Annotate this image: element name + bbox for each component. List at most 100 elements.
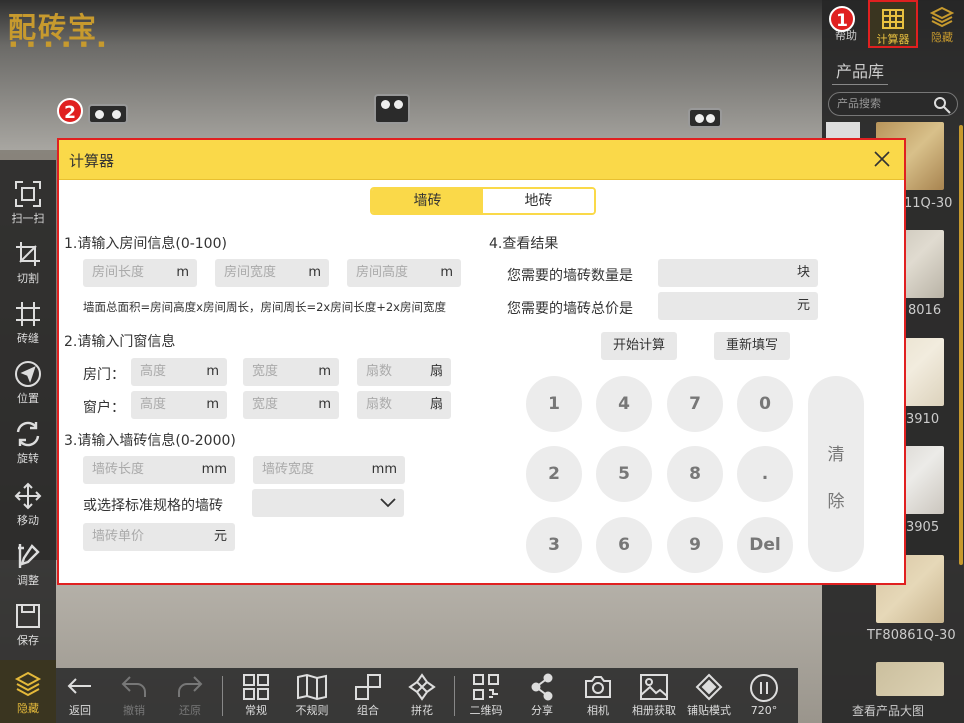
adjust-label: 调整 bbox=[17, 574, 39, 587]
window-count-input[interactable]: 扇数 扇 bbox=[357, 391, 451, 419]
tile-price-placeholder: 墙砖单价 bbox=[92, 529, 145, 544]
back-arrow-icon bbox=[67, 678, 91, 694]
regular-button[interactable]: 常规 bbox=[236, 668, 276, 723]
area-formula-note: 墙面总面积=房间高度x房间周长，房间周长=2x房间长度+2x房间宽度 bbox=[83, 300, 446, 314]
door-height-input[interactable]: 高度 m bbox=[131, 358, 227, 386]
product-code: 3905 bbox=[906, 520, 940, 535]
result-price-field: 元 bbox=[658, 292, 818, 320]
redo-icon bbox=[178, 676, 203, 697]
product-code: 3910 bbox=[906, 412, 940, 427]
room-width-input[interactable]: 房间宽度 m bbox=[215, 259, 329, 287]
joint-button[interactable]: 砖缝 bbox=[0, 290, 56, 348]
key-9[interactable]: 9 bbox=[667, 517, 723, 573]
position-button[interactable]: 位置 bbox=[0, 350, 56, 408]
scan-button[interactable]: 扫一扫 bbox=[0, 170, 56, 228]
room-width-placeholder: 房间宽度 bbox=[224, 265, 277, 280]
tab-wall-tile[interactable]: 墙砖 bbox=[372, 189, 483, 213]
save-label: 保存 bbox=[17, 634, 39, 647]
undo-icon bbox=[121, 676, 146, 697]
adjust-button[interactable]: 调整 bbox=[0, 532, 56, 590]
key-delete[interactable]: Del bbox=[737, 517, 793, 573]
clear-button[interactable]: 清 除 bbox=[808, 376, 864, 572]
search-icon[interactable] bbox=[933, 96, 951, 114]
close-icon[interactable] bbox=[872, 149, 892, 169]
tile-price-unit: 元 bbox=[213, 529, 227, 544]
room-length-placeholder: 房间长度 bbox=[92, 265, 145, 280]
window-height-unit: m bbox=[206, 397, 219, 412]
window-width-input[interactable]: 宽度 m bbox=[243, 391, 339, 419]
tile-length-input[interactable]: 墙砖长度 mm bbox=[83, 456, 235, 484]
key-5[interactable]: 5 bbox=[596, 446, 652, 502]
save-button[interactable]: 保存 bbox=[0, 592, 56, 650]
irregular-label: 不规则 bbox=[295, 704, 329, 717]
product-tile[interactable] bbox=[876, 662, 944, 696]
rotate-button[interactable]: 旋转 bbox=[0, 410, 56, 468]
key-7[interactable]: 7 bbox=[667, 376, 723, 432]
qrcode-button[interactable]: 二维码 bbox=[464, 668, 508, 723]
back-button[interactable]: 返回 bbox=[60, 668, 100, 723]
key-1[interactable]: 1 bbox=[526, 376, 582, 432]
back-label: 返回 bbox=[69, 704, 91, 717]
key-8[interactable]: 8 bbox=[667, 446, 723, 502]
key-dot[interactable]: . bbox=[737, 446, 793, 502]
start-calculate-button[interactable]: 开始计算 bbox=[601, 332, 677, 360]
move-label: 移动 bbox=[17, 514, 39, 527]
tab-floor-tile[interactable]: 地砖 bbox=[483, 189, 594, 213]
cut-button[interactable]: 切割 bbox=[0, 230, 56, 288]
product-list-scrollbar[interactable] bbox=[959, 125, 963, 565]
dialog-header: 计算器 bbox=[59, 140, 904, 180]
ceiling bbox=[0, 0, 964, 150]
scan-icon bbox=[15, 181, 41, 207]
ceiling-lamp bbox=[688, 108, 722, 128]
room-height-input[interactable]: 房间高度 m bbox=[347, 259, 461, 287]
grid-joint-icon bbox=[16, 302, 40, 326]
standard-size-select[interactable] bbox=[252, 489, 404, 517]
rotate-icon bbox=[16, 421, 40, 447]
door-count-input[interactable]: 扇数 扇 bbox=[357, 358, 451, 386]
paving-mode-label: 铺贴模式 bbox=[687, 704, 731, 717]
camera-button[interactable]: 相机 bbox=[578, 668, 618, 723]
share-label: 分享 bbox=[531, 704, 553, 717]
irregular-button[interactable]: 不规则 bbox=[290, 668, 334, 723]
result-count-label: 您需要的墙砖数量是 bbox=[507, 268, 633, 284]
section-room-title: 1.请输入房间信息(0-100) bbox=[64, 236, 227, 252]
paving-mode-button[interactable]: 铺贴模式 bbox=[684, 668, 734, 723]
combine-button[interactable]: 组合 bbox=[348, 668, 388, 723]
undo-button[interactable]: 撤销 bbox=[114, 668, 154, 723]
product-code: TF80861Q-30 bbox=[867, 628, 956, 643]
clear-label-bottom: 除 bbox=[827, 492, 845, 512]
window-height-input[interactable]: 高度 m bbox=[131, 391, 227, 419]
key-2[interactable]: 2 bbox=[526, 446, 582, 502]
hide-panel-button[interactable]: 隐藏 bbox=[922, 0, 962, 48]
key-0[interactable]: 0 bbox=[737, 376, 793, 432]
hide-button[interactable]: 隐藏 bbox=[0, 660, 56, 723]
tile-price-input[interactable]: 墙砖单价 元 bbox=[83, 523, 235, 551]
reset-button[interactable]: 重新填写 bbox=[714, 332, 790, 360]
bottom-toolbar: 返回 撤销 还原 常规 不规则 组合 拼花 二维码 分享 相机 相册获取 铺贴模… bbox=[56, 668, 798, 723]
album-label: 相册获取 bbox=[632, 704, 676, 717]
key-4[interactable]: 4 bbox=[596, 376, 652, 432]
calculator-button[interactable]: 计算器 bbox=[868, 0, 918, 48]
clear-label-top: 清 bbox=[827, 445, 845, 465]
view-large-image-link[interactable]: 查看产品大图 bbox=[852, 702, 924, 719]
view-720-label: 720° bbox=[750, 704, 778, 717]
pattern-button[interactable]: 拼花 bbox=[402, 668, 442, 723]
product-search-input[interactable]: 产品搜索 bbox=[828, 92, 958, 116]
result-price-label: 您需要的墙砖总价是 bbox=[507, 301, 633, 317]
camera-icon bbox=[585, 676, 611, 698]
door-height-placeholder: 高度 bbox=[140, 364, 167, 379]
crop-icon bbox=[16, 242, 40, 266]
toolbar-divider bbox=[454, 676, 455, 716]
move-button[interactable]: 移动 bbox=[0, 472, 56, 530]
album-button[interactable]: 相册获取 bbox=[628, 668, 680, 723]
tile-width-input[interactable]: 墙砖宽度 mm bbox=[253, 456, 405, 484]
room-length-input[interactable]: 房间长度 m bbox=[83, 259, 197, 287]
window-width-unit: m bbox=[318, 397, 331, 412]
redo-button[interactable]: 还原 bbox=[170, 668, 210, 723]
door-width-input[interactable]: 宽度 m bbox=[243, 358, 339, 386]
key-3[interactable]: 3 bbox=[526, 517, 582, 573]
view-720-button[interactable]: 720° bbox=[744, 668, 784, 723]
key-6[interactable]: 6 bbox=[596, 517, 652, 573]
calculator-label: 计算器 bbox=[876, 33, 910, 46]
share-button[interactable]: 分享 bbox=[522, 668, 562, 723]
